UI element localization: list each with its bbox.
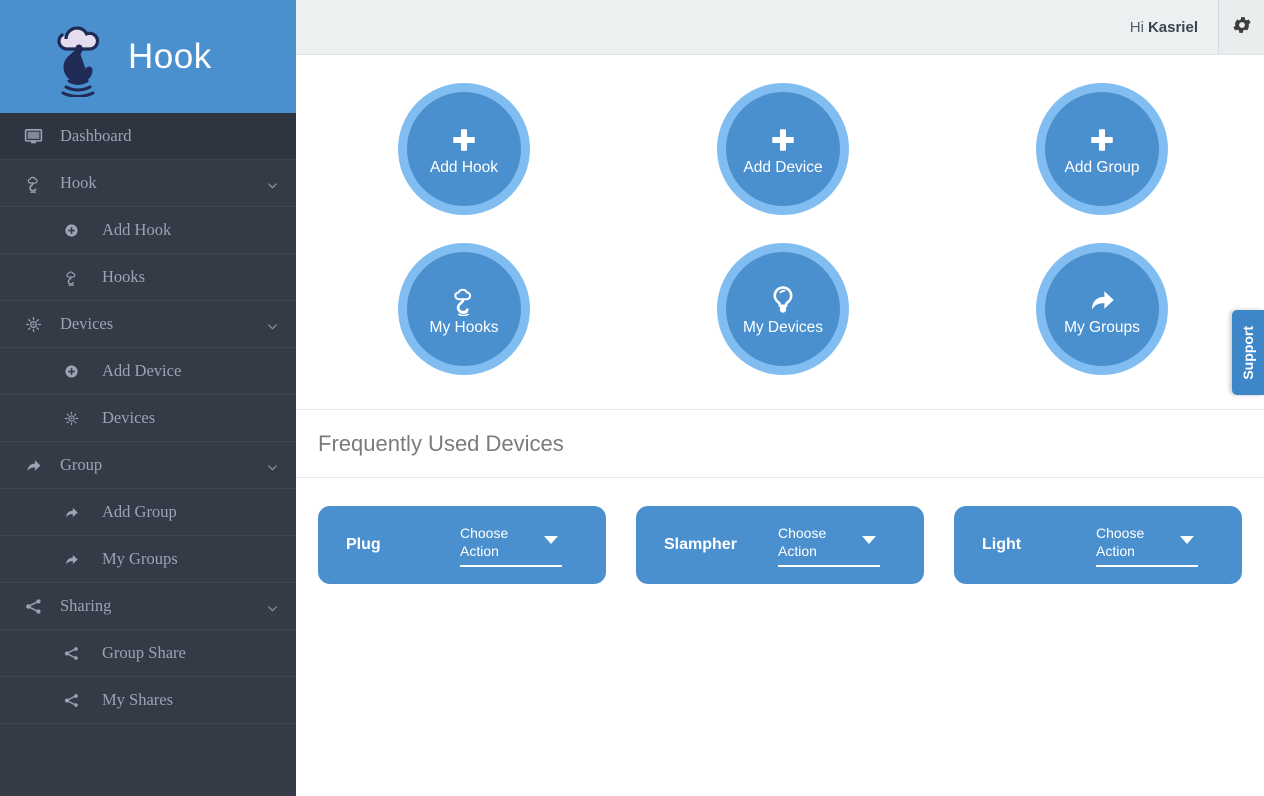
sidebar-item-group[interactable]: Group xyxy=(0,442,296,489)
plus-circle-icon xyxy=(56,360,86,382)
brand-title: Hook xyxy=(128,36,212,76)
share-nodes-icon xyxy=(56,689,86,711)
sidebar-item-label: Sharing xyxy=(60,596,112,615)
sidebar-item-add-hook[interactable]: Add Hook xyxy=(0,207,296,254)
share-nodes-icon xyxy=(56,642,86,664)
device-name: Light xyxy=(982,536,1022,553)
plus-icon xyxy=(1082,122,1122,158)
sidebar-item-label: Add Group xyxy=(102,502,177,521)
chevron-down-icon[interactable] xyxy=(266,177,278,189)
shortcut-row-top: Add Hook Add Device Add Group xyxy=(296,83,1264,215)
sidebar-item-label: Devices xyxy=(60,314,114,333)
sidebar-item-label: Devices xyxy=(102,408,156,427)
device-sun-icon xyxy=(18,313,48,335)
sidebar-item-my-shares[interactable]: My Shares xyxy=(0,677,296,724)
sidebar-item-label: Dashboard xyxy=(60,126,132,145)
app-root: Hook Dashboard Hook Add Hook Hooks Devices Ad… xyxy=(0,0,1264,796)
cloud-hook-logo-icon xyxy=(46,17,110,98)
shortcut-my-hooks-button[interactable]: My Hooks xyxy=(398,243,530,375)
user-name: Kasriel xyxy=(1147,18,1198,36)
user-greeting: Hi Kasriel xyxy=(1130,0,1218,54)
shortcut-add-group-button[interactable]: Add Group xyxy=(1036,83,1168,215)
shortcut-label: Add Device xyxy=(743,159,823,177)
chevron-down-icon[interactable] xyxy=(266,459,278,471)
cloud-hook-icon xyxy=(444,282,484,318)
sidebar-nav: Dashboard Hook Add Hook Hooks Devices Add Dev… xyxy=(0,113,296,724)
shortcut-label: Add Group xyxy=(1064,159,1140,177)
monitor-icon xyxy=(18,125,48,147)
support-tab[interactable]: Support xyxy=(1232,310,1264,395)
sidebar-item-label: Group xyxy=(60,455,103,474)
choose-action-dropdown[interactable]: Choose Action xyxy=(460,524,562,567)
support-tab-label: Support xyxy=(1240,325,1256,380)
sidebar-item-sharing[interactable]: Sharing xyxy=(0,583,296,630)
shortcut-my-groups-button[interactable]: My Groups xyxy=(1036,243,1168,375)
device-card[interactable]: Light Choose Action xyxy=(954,506,1242,584)
chevron-down-icon[interactable] xyxy=(266,318,278,330)
main-content: Hi Kasriel Add Hook Add Device Add Group M… xyxy=(296,0,1264,796)
shortcut-label: Add Hook xyxy=(429,159,499,177)
frequently-used-device-list: Plug Choose Action Slampher Choose Action Li… xyxy=(296,478,1264,584)
sidebar-item-label: My Groups xyxy=(102,549,178,568)
device-sun-icon xyxy=(56,407,86,429)
share-arrow-icon xyxy=(18,454,48,476)
shortcut-label: My Groups xyxy=(1064,319,1140,337)
device-name: Slampher xyxy=(664,536,737,553)
choose-action-dropdown[interactable]: Choose Action xyxy=(778,524,880,567)
shortcut-add-device-button[interactable]: Add Device xyxy=(717,83,849,215)
sidebar: Hook Dashboard Hook Add Hook Hooks Devices Ad… xyxy=(0,0,296,796)
caret-down-icon[interactable] xyxy=(544,535,558,544)
choose-action-label: Choose Action xyxy=(1096,524,1145,559)
shortcut-label: My Devices xyxy=(742,319,824,337)
choose-action-label: Choose Action xyxy=(778,524,827,559)
sidebar-item-add-device[interactable]: Add Device xyxy=(0,348,296,395)
plus-icon xyxy=(763,122,803,158)
sidebar-item-dashboard[interactable]: Dashboard xyxy=(0,113,296,160)
plus-icon xyxy=(444,122,484,158)
chevron-down-icon[interactable] xyxy=(266,600,278,612)
share-arrow-icon xyxy=(56,501,86,523)
choose-action-label: Choose Action xyxy=(460,524,509,559)
settings-button[interactable] xyxy=(1218,0,1264,54)
shortcut-panel: Add Hook Add Device Add Group My Hooks My D… xyxy=(296,55,1264,410)
sidebar-item-hooks[interactable]: Hooks xyxy=(0,254,296,301)
shortcut-label: My Hooks xyxy=(429,319,499,337)
lightbulb-icon xyxy=(763,282,803,318)
sidebar-item-label: Add Device xyxy=(102,361,182,380)
caret-down-icon[interactable] xyxy=(1180,535,1194,544)
share-arrow-icon xyxy=(56,548,86,570)
sidebar-item-my-groups[interactable]: My Groups xyxy=(0,536,296,583)
sidebar-item-label: Add Hook xyxy=(102,220,172,239)
shortcut-row-bottom: My Hooks My Devices My Groups xyxy=(296,243,1264,375)
sidebar-item-group-share[interactable]: Group Share xyxy=(0,630,296,677)
share-arrow-icon xyxy=(1082,282,1122,318)
sidebar-item-add-group[interactable]: Add Group xyxy=(0,489,296,536)
caret-down-icon[interactable] xyxy=(862,535,876,544)
sidebar-item-devices[interactable]: Devices xyxy=(0,301,296,348)
device-card[interactable]: Slampher Choose Action xyxy=(636,506,924,584)
cloud-hook-icon xyxy=(56,266,86,288)
top-bar: Hi Kasriel xyxy=(296,0,1264,55)
sidebar-item-label: Hook xyxy=(60,173,97,192)
sidebar-item-label: Group Share xyxy=(102,643,186,662)
sidebar-item-label: Hooks xyxy=(102,267,146,286)
sidebar-item-label: My Shares xyxy=(102,690,174,709)
device-card[interactable]: Plug Choose Action xyxy=(318,506,606,584)
page-title: Frequently Used Devices xyxy=(296,410,1264,478)
cloud-hook-icon xyxy=(18,172,48,194)
greeting-prefix: Hi xyxy=(1129,18,1144,36)
plus-circle-icon xyxy=(56,219,86,241)
shortcut-my-devices-button[interactable]: My Devices xyxy=(717,243,849,375)
sidebar-item-hook[interactable]: Hook xyxy=(0,160,296,207)
shortcut-add-hook-button[interactable]: Add Hook xyxy=(398,83,530,215)
sidebar-item-devices[interactable]: Devices xyxy=(0,395,296,442)
device-name: Plug xyxy=(346,536,381,553)
gear-icon xyxy=(1231,14,1253,41)
brand-header[interactable]: Hook xyxy=(0,0,296,113)
share-nodes-icon xyxy=(18,595,48,617)
choose-action-dropdown[interactable]: Choose Action xyxy=(1096,524,1198,567)
